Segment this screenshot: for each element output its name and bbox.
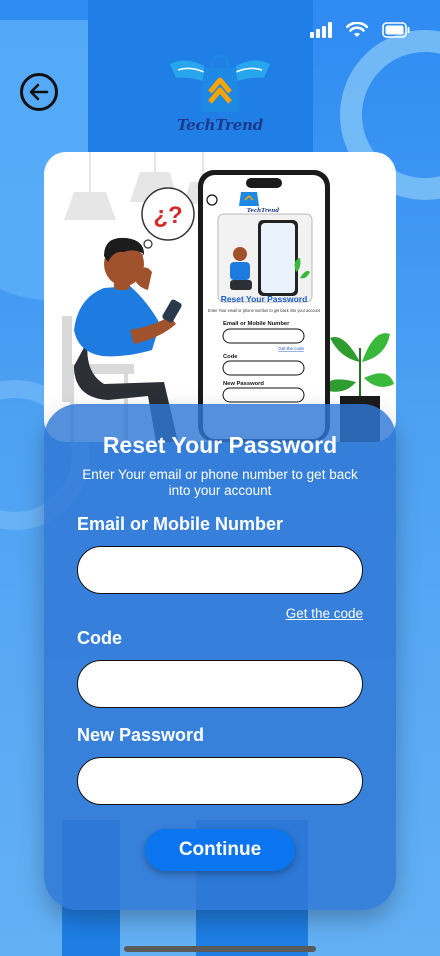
back-button[interactable] — [20, 73, 58, 111]
status-bar — [0, 0, 440, 60]
phone-logo-text: TechTrend — [247, 208, 279, 214]
phone-field3 — [222, 387, 305, 403]
phone-link: Get the code — [278, 346, 304, 351]
app-logo: TechTrend — [164, 52, 276, 138]
get-code-link[interactable]: Get the code — [286, 606, 363, 621]
code-field[interactable] — [77, 660, 363, 708]
phone-subtitle: Enter Your email or phone number to get … — [208, 308, 321, 313]
new-password-field[interactable] — [77, 757, 363, 805]
illustration: ¿? TechTrend Reset Your Password Enter Y… — [62, 152, 394, 442]
phone-title: Reset Your Password — [221, 294, 308, 304]
new-password-label: New Password — [77, 725, 205, 745]
arrow-left-icon — [29, 83, 49, 101]
email-field[interactable] — [77, 546, 363, 594]
page-title: Reset Your Password — [102, 432, 338, 458]
phone-field2-label: Code — [223, 354, 238, 360]
wifi-icon — [346, 22, 368, 37]
code-label: Code — [77, 628, 122, 648]
illustration-card: ¿? TechTrend Reset Your Password Enter Y… — [44, 152, 396, 442]
signal-icon — [310, 22, 332, 38]
email-label: Email or Mobile Number — [77, 514, 284, 534]
page-subtitle: Enter Your email or phone number to get … — [82, 467, 358, 498]
bubble-text: ¿? — [153, 202, 182, 229]
phone-field2 — [222, 360, 305, 376]
home-indicator[interactable] — [124, 946, 316, 952]
phone-field1 — [222, 328, 305, 344]
logo-icon — [170, 54, 270, 112]
continue-button[interactable]: Continue — [145, 829, 295, 871]
battery-icon — [382, 22, 410, 38]
phone-field1-label: Email or Mobile Number — [223, 321, 290, 327]
logo-text: TechTrend — [176, 116, 264, 134]
phone-field3-label: New Password — [223, 381, 264, 387]
reset-password-card: Reset Your Password Enter Your email or … — [44, 404, 396, 910]
